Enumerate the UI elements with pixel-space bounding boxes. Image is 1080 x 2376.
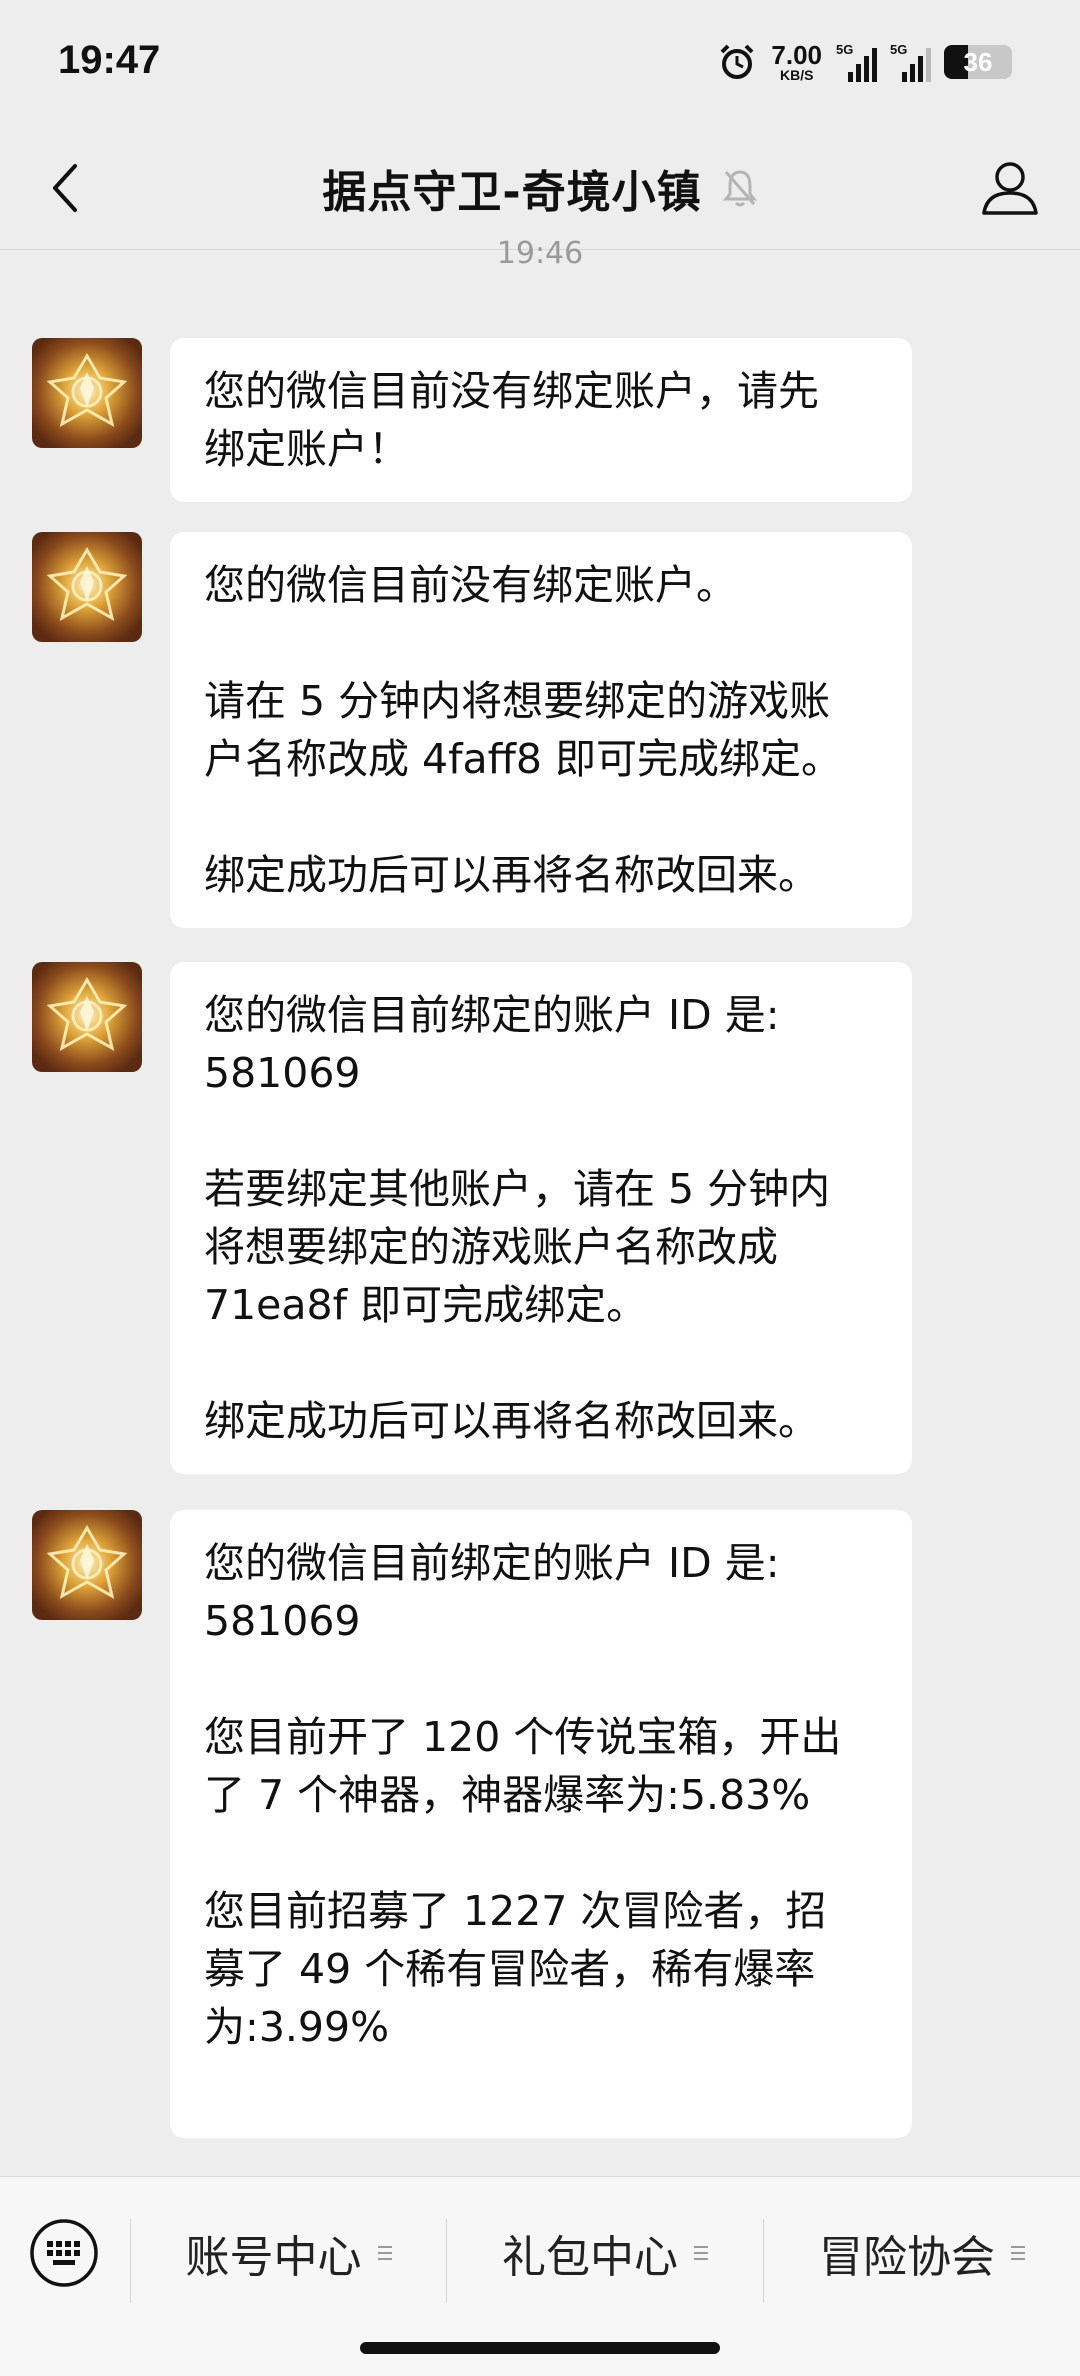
alarm-icon [720,44,754,79]
message-line [204,1334,880,1392]
avatar[interactable] [32,1510,142,1620]
network-speed-unit: KB/S [779,67,814,83]
menu-gift-center-label: 礼包中心 [502,2232,678,2283]
message-line [204,788,880,846]
avatar-emblem-icon [32,338,142,448]
message-line: 您的微信目前绑定的账户 ID 是: [204,991,780,1039]
avatar-emblem-icon [32,1510,142,1620]
signal-icon-sim2: 5G [890,42,931,82]
submenu-icon [1011,2246,1025,2260]
status-time: 19:47 [58,38,161,82]
message-line: 户名称改成 4faff8 即可完成绑定。 [204,735,843,783]
chat-timestamp: 19:46 [496,236,584,266]
avatar[interactable] [32,338,142,448]
message-line: 将想要绑定的游戏账户名称改成 [204,1223,778,1271]
network-speed-value: 7.00 [771,40,822,70]
message-line: 581069 [204,1049,361,1097]
title-wrap: 据点守卫-奇境小镇 [0,156,1080,220]
menu-account-center-label: 账号中心 [185,2232,362,2283]
keyboard-button[interactable] [28,2217,100,2289]
submenu-icon [377,2246,392,2260]
profile-icon [982,162,1038,215]
message-line: 绑定成功后可以再将名称改回来。 [204,851,819,899]
message-line [204,1102,880,1160]
message-line: 您的微信目前没有绑定账户，请先 [204,367,819,415]
network-speed: 7.00 KB/S [771,42,822,82]
profile-button[interactable] [974,152,1046,224]
message-line: 71ea8f 即可完成绑定。 [204,1281,648,1329]
menu-gift-center[interactable]: 礼包中心 [447,2211,763,2295]
menu-adventure-guild-label: 冒险协会 [819,2232,995,2283]
avatar[interactable] [32,532,142,642]
message-line: 绑定账户！ [204,425,409,473]
message-bubble[interactable]: 您的微信目前没有绑定账户，请先 绑定账户！ [170,338,912,502]
message-bubble[interactable]: 您的微信目前绑定的账户 ID 是: 581069 您目前开了 120 个传说宝箱，开… [170,1510,912,2138]
battery-icon: 36 [944,45,1012,79]
status-bar: 19:47 7.00 KB/S 5G 5G 36 [0,0,1080,126]
avatar[interactable] [32,962,142,1072]
message-line: 绑定成功后可以再将名称改回来。 [204,1397,819,1445]
message-line: 请在 5 分钟内将想要绑定的游戏账 [204,677,831,725]
message-bubble[interactable]: 您的微信目前绑定的账户 ID 是: 581069 若要绑定其他账户，请在 5 分钟内… [170,962,912,1474]
message-line: 您的微信目前绑定的账户 ID 是: [204,1539,780,1587]
chat-title: 据点守卫-奇境小镇 [322,167,702,218]
message-bubble[interactable]: 您的微信目前没有绑定账户。请在 5 分钟内将想要绑定的游戏账 户名称改成 4faf… [170,532,912,928]
sim1-label: 5G [836,42,854,57]
message-line: 581069 [204,1597,361,1645]
message-line: 若要绑定其他账户，请在 5 分钟内 [204,1165,831,1213]
message-line [204,1650,880,1708]
avatar-emblem-icon [32,532,142,642]
message-line: 您目前招募了 1227 次冒险者，招 [204,1887,827,1935]
message-line: 募了 49 个稀有冒险者，稀有爆率 [204,1945,816,1993]
battery-level: 36 [963,46,993,77]
message-line: 您目前开了 120 个传说宝箱，开出 [204,1713,842,1761]
menu-account-center[interactable]: 账号中心 [131,2211,446,2295]
message-line: 为:3.99% [204,2003,390,2051]
home-indicator[interactable] [360,2342,720,2354]
mute-bell-icon [722,170,757,207]
signal-icon-sim1: 5G [836,42,877,82]
status-icons: 7.00 KB/S 5G 5G 36 [717,36,1012,88]
message-line [204,2056,880,2114]
submenu-icon [694,2246,708,2260]
keyboard-icon [30,2219,98,2287]
message-line: 您的微信目前没有绑定账户。 [204,561,737,609]
chat-header: 据点守卫-奇境小镇 [0,126,1080,250]
sim2-label: 5G [890,42,908,57]
message-line [204,1824,880,1882]
message-line [204,614,880,672]
avatar-emblem-icon [32,962,142,1072]
message-line: 了 7 个神器，神器爆率为:5.83% [204,1771,811,1819]
menu-adventure-guild[interactable]: 冒险协会 [764,2211,1080,2295]
